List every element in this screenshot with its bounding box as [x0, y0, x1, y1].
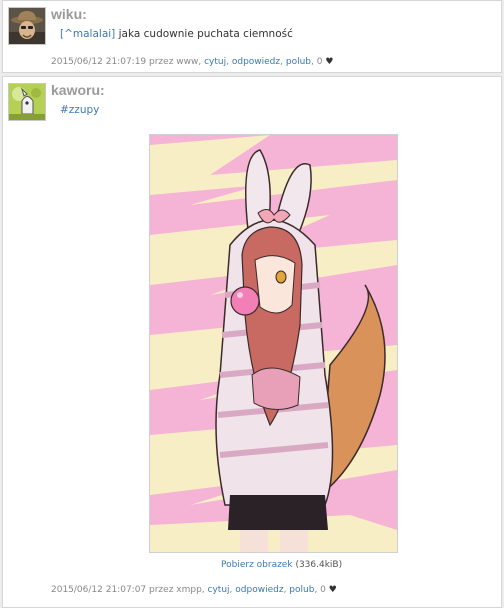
cowboy-hat-avatar-icon — [9, 8, 45, 44]
like-count: 0 — [320, 585, 326, 595]
like-count: 0 — [316, 57, 323, 67]
download-size: (336.4kiB) — [295, 560, 343, 570]
post-meta: 2015/06/12 21:07:07 przez xmpp, cytuj, o… — [51, 585, 337, 595]
anime-girl-illustration — [150, 135, 397, 552]
avatar-wiku[interactable] — [8, 7, 46, 45]
like-link[interactable]: polub — [286, 57, 311, 67]
timestamp: 2015/06/12 21:07:19 przez www, — [51, 57, 202, 67]
mention-link[interactable]: [^malalai] — [60, 28, 115, 40]
post-content: [^malalai] jaka cudownie puchata ciemnoś… — [60, 28, 293, 40]
avatar-kaworu[interactable] — [8, 83, 46, 121]
quote-link[interactable]: cytuj — [204, 57, 226, 67]
cartoon-creature-avatar-icon — [9, 84, 45, 120]
post-wiku: wiku: [^malalai] jaka cudownie puchata c… — [2, 0, 502, 73]
post-kaworu: kaworu: #zzupy Pobierz obrazek (336.4kiB… — [2, 76, 502, 608]
heart-icon: ♥ — [328, 585, 337, 595]
reply-link[interactable]: odpowiedz — [232, 57, 280, 67]
author-name[interactable]: wiku: — [51, 6, 87, 22]
post-text: jaka cudownie puchata ciemność — [115, 28, 293, 40]
reply-link[interactable]: odpowiedz — [235, 585, 283, 595]
timestamp: 2015/06/12 21:07:07 przez xmpp, — [51, 585, 205, 595]
quote-link[interactable]: cytuj — [208, 585, 230, 595]
author-name[interactable]: kaworu: — [51, 82, 105, 98]
post-image[interactable] — [149, 134, 398, 553]
like-link[interactable]: polub — [289, 585, 314, 595]
post-meta: 2015/06/12 21:07:19 przez www, cytuj, od… — [51, 57, 334, 67]
post-content: #zzupy — [60, 104, 99, 116]
download-info: Pobierz obrazek (336.4kiB) — [221, 560, 342, 570]
download-image-link[interactable]: Pobierz obrazek — [221, 560, 293, 570]
heart-icon: ♥ — [325, 57, 334, 67]
tag-link[interactable]: #zzupy — [60, 104, 99, 116]
